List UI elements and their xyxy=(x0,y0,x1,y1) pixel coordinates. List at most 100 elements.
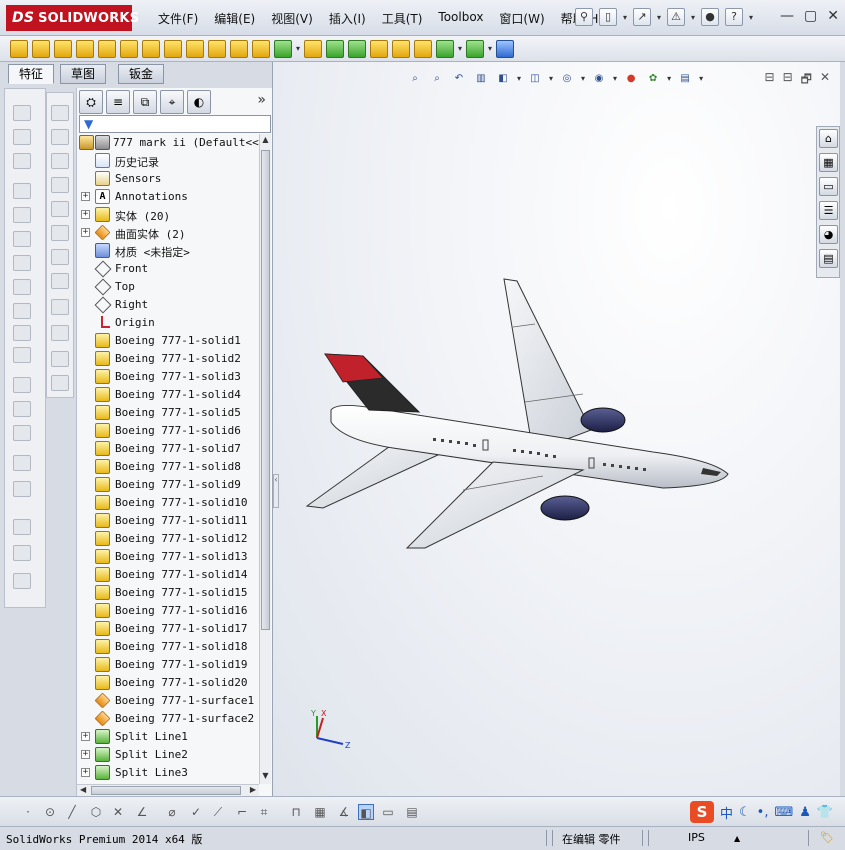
unit-menu-arrow[interactable]: ▲ xyxy=(734,834,740,843)
menu-insert[interactable]: 插入(I) xyxy=(321,10,374,27)
fillet-icon[interactable] xyxy=(120,39,138,58)
tab-features[interactable]: 特征 xyxy=(8,64,55,84)
chevron-down-icon[interactable]: ▾ xyxy=(699,74,703,83)
reference-geometry-icon[interactable] xyxy=(436,39,455,58)
loft-icon[interactable] xyxy=(76,39,94,58)
tree-item[interactable]: + A Annotations xyxy=(77,188,259,206)
line-icon[interactable]: ╱ xyxy=(64,804,80,820)
tree-item[interactable]: Boeing 777-1-solid13 xyxy=(77,548,259,566)
chevron-down-icon[interactable]: ▾ xyxy=(691,13,695,22)
offset-surface-icon[interactable] xyxy=(51,273,69,289)
ruler-icon[interactable]: ⊓ xyxy=(288,804,304,820)
scroll-down-icon[interactable]: ▼ xyxy=(261,771,270,783)
shaded-with-edges-icon[interactable]: ◧ xyxy=(358,804,374,820)
rib-icon[interactable] xyxy=(13,377,31,393)
tree-item[interactable]: Boeing 777-1-solid2 xyxy=(77,350,259,368)
open-icon[interactable]: ↗ xyxy=(633,8,652,26)
tree-item[interactable]: Boeing 777-1-solid18 xyxy=(77,638,259,656)
mirror-icon[interactable] xyxy=(13,455,31,471)
help-icon[interactable]: ? xyxy=(725,8,744,26)
trim-entities-icon[interactable]: ✕ xyxy=(110,804,126,820)
view-palette-icon[interactable]: ☰ xyxy=(819,201,838,220)
chevron-down-icon[interactable]: ▾ xyxy=(549,74,553,83)
maximize-icon[interactable]: ▢ xyxy=(804,8,817,24)
surface-extrude-icon[interactable] xyxy=(51,105,69,121)
menu-file[interactable]: 文件(F) xyxy=(150,10,206,27)
tree-item[interactable]: 历史记录 xyxy=(77,152,259,170)
expand-icon[interactable]: + xyxy=(81,210,90,219)
surface-fill-icon[interactable] xyxy=(51,225,69,241)
zoom-to-fit-icon[interactable]: ⌕ xyxy=(407,70,423,86)
more-tabs-icon[interactable]: » xyxy=(257,92,266,108)
traffic-light-icon[interactable]: ● xyxy=(701,8,720,26)
planar-surface-icon[interactable] xyxy=(51,249,69,265)
graphics-area[interactable]: ‹ ⌕ ⌕ ↶ ▥ ◧ ▾ ◫ ▾ ◎ ▾ ◉ ▾ ● ✿ ▾ ▤ ▾ ⊟ ⊟ … xyxy=(272,62,840,796)
draft-icon[interactable] xyxy=(186,39,204,58)
apply-scene-icon[interactable]: ✿ xyxy=(645,70,661,86)
sweep-icon[interactable] xyxy=(54,39,72,58)
edit-appearance-icon[interactable]: ● xyxy=(623,70,639,86)
menu-tools[interactable]: 工具(T) xyxy=(374,10,431,27)
view-settings-icon[interactable]: ▤ xyxy=(677,70,693,86)
new-document-icon[interactable]: ▯ xyxy=(599,8,617,26)
tree-item[interactable]: Boeing 777-1-solid7 xyxy=(77,440,259,458)
tree-item[interactable]: Origin xyxy=(77,314,259,332)
tree-item[interactable]: Top xyxy=(77,278,259,296)
point-icon[interactable]: · xyxy=(20,804,36,820)
swept-cut-icon[interactable] xyxy=(13,255,31,271)
tree-item[interactable]: + Split Line2 xyxy=(77,746,259,764)
restore-view-icon[interactable]: 🗗 xyxy=(801,70,812,91)
display-style-icon[interactable]: ◎ xyxy=(559,70,575,86)
tree-item[interactable]: Boeing 777-1-solid5 xyxy=(77,404,259,422)
tab-sketch[interactable]: 草图 xyxy=(60,64,107,84)
lofted-cut-icon[interactable] xyxy=(13,279,31,295)
rib-icon[interactable] xyxy=(164,39,182,58)
close-icon[interactable]: ✕ xyxy=(827,8,839,24)
moon-icon[interactable]: ☾ xyxy=(739,805,751,820)
tree-item[interactable]: Boeing 777-1-solid14 xyxy=(77,566,259,584)
view-orientation-icon[interactable]: ◫ xyxy=(527,70,543,86)
minimize-icon[interactable]: — xyxy=(780,8,794,24)
smart-dimension-icon[interactable]: ⌀ xyxy=(164,804,180,820)
display-manager-tab-icon[interactable]: ◐ xyxy=(187,90,211,114)
surface-loft-icon[interactable] xyxy=(326,39,345,58)
appearances-icon[interactable]: ◕ xyxy=(819,225,838,244)
tree-item[interactable]: Sensors xyxy=(77,170,259,188)
shell-icon[interactable] xyxy=(13,425,31,441)
tree-horizontal-scrollbar[interactable]: ◀ ▶ xyxy=(77,784,259,796)
chevron-down-icon[interactable]: ▾ xyxy=(296,44,300,53)
tree-item[interactable]: 材质 <未指定> xyxy=(77,242,259,260)
surface-fill-icon[interactable] xyxy=(348,39,367,58)
scroll-left-icon[interactable]: ◀ xyxy=(80,785,86,794)
tree-item[interactable]: Boeing 777-1-surface1 xyxy=(77,692,259,710)
scroll-right-icon[interactable]: ▶ xyxy=(250,785,256,794)
trim-icon[interactable] xyxy=(414,39,433,58)
knit-icon[interactable] xyxy=(392,39,411,58)
tree-item[interactable]: Boeing 777-1-solid16 xyxy=(77,602,259,620)
pin-icon[interactable]: ⚲ xyxy=(575,8,593,26)
dynamic-annotation-icon[interactable]: ◧ xyxy=(495,70,511,86)
tree-item[interactable]: + Split Line3 xyxy=(77,764,259,782)
dome-icon[interactable] xyxy=(13,481,31,497)
menu-window[interactable]: 窗口(W) xyxy=(491,10,552,27)
tree-item[interactable]: Boeing 777-1-solid10 xyxy=(77,494,259,512)
instant3d-icon[interactable] xyxy=(496,39,515,58)
circle-icon[interactable]: ⊙ xyxy=(42,804,58,820)
menu-view[interactable]: 视图(V) xyxy=(263,10,321,27)
tree-item[interactable]: Front xyxy=(77,260,259,278)
chevron-down-icon[interactable]: ▾ xyxy=(458,44,462,53)
check-sketch-icon[interactable]: ✓ xyxy=(188,804,204,820)
swept-boss-icon[interactable] xyxy=(13,153,31,169)
tree-item[interactable]: Boeing 777-1-solid8 xyxy=(77,458,259,476)
property-manager-tab-icon[interactable]: ≡ xyxy=(106,90,130,114)
linear-pattern-icon[interactable] xyxy=(13,347,31,363)
tree-item[interactable]: Boeing 777-1-solid12 xyxy=(77,530,259,548)
tree-item[interactable]: Boeing 777-1-solid6 xyxy=(77,422,259,440)
menu-edit[interactable]: 编辑(E) xyxy=(206,10,263,27)
expand-icon[interactable]: + xyxy=(81,750,90,759)
configuration-manager-tab-icon[interactable]: ⧉ xyxy=(133,90,157,114)
chevron-down-icon[interactable]: ▾ xyxy=(613,74,617,83)
home-icon[interactable]: ⌂ xyxy=(819,129,838,148)
tab-sheet-metal[interactable]: 钣金 xyxy=(118,64,165,84)
menu-toolbox[interactable]: Toolbox xyxy=(430,10,491,27)
